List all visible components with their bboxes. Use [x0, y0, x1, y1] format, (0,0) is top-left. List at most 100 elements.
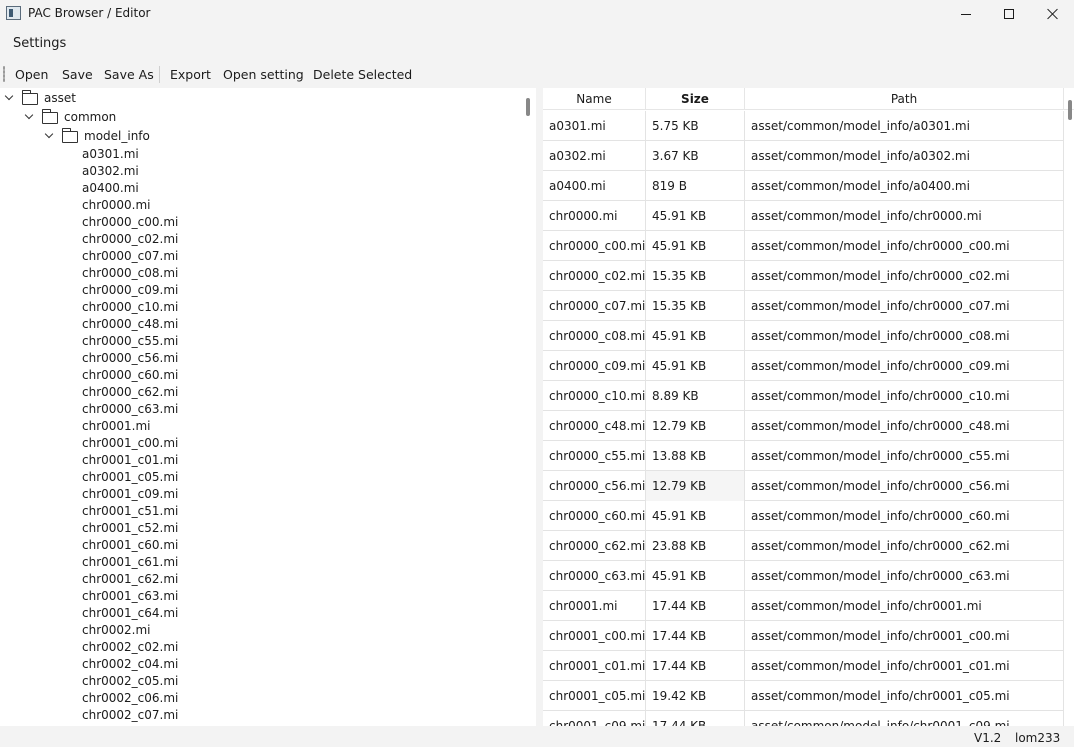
- tree-file-item[interactable]: chr0001_c52.mi: [82, 521, 178, 538]
- column-header-path[interactable]: Path: [745, 88, 1064, 110]
- cell-path[interactable]: asset/common/model_info/chr0001_c00.mi: [745, 621, 1064, 651]
- cell-path[interactable]: asset/common/model_info/chr0000_c60.mi: [745, 501, 1064, 531]
- cell-name[interactable]: chr0000_c48.mi: [543, 411, 646, 441]
- cell-path[interactable]: asset/common/model_info/chr0000_c07.mi: [745, 291, 1064, 321]
- cell-name[interactable]: chr0001_c05.mi: [543, 681, 646, 711]
- cell-size[interactable]: 15.35 KB: [646, 261, 745, 291]
- panel-splitter[interactable]: [536, 88, 543, 726]
- cell-name[interactable]: chr0000_c08.mi: [543, 321, 646, 351]
- maximize-button[interactable]: [986, 0, 1032, 28]
- cell-path[interactable]: asset/common/model_info/chr0000_c63.mi: [745, 561, 1064, 591]
- cell-name[interactable]: a0301.mi: [543, 111, 646, 141]
- table-row[interactable]: chr0001_c09.mi 17.44 KB asset/common/model…: [543, 711, 1064, 726]
- column-header-size[interactable]: Size: [646, 88, 745, 110]
- column-header-name[interactable]: Name: [543, 88, 646, 110]
- table-row[interactable]: chr0000_c63.mi 45.91 KB asset/common/model…: [543, 561, 1064, 591]
- file-tree[interactable]: asset common model_info a0301.mi a0302.mi…: [0, 88, 536, 726]
- table-row[interactable]: chr0000.mi 45.91 KB asset/common/model_inf…: [543, 201, 1064, 231]
- cell-path[interactable]: asset/common/model_info/chr0001_c01.mi: [745, 651, 1064, 681]
- cell-size[interactable]: 17.44 KB: [646, 711, 745, 726]
- cell-name[interactable]: chr0000_c07.mi: [543, 291, 646, 321]
- tree-file-item[interactable]: chr0001_c51.mi: [82, 504, 178, 521]
- table-row[interactable]: chr0000_c10.mi 8.89 KB asset/common/model_…: [543, 381, 1064, 411]
- toolbar-grip[interactable]: [3, 66, 5, 82]
- cell-size[interactable]: 8.89 KB: [646, 381, 745, 411]
- tree-file-item[interactable]: chr0002_c05.mi: [82, 674, 178, 691]
- tree-file-item[interactable]: chr0000_c09.mi: [82, 283, 178, 300]
- cell-size[interactable]: 13.88 KB: [646, 441, 745, 471]
- chevron-down-icon[interactable]: [44, 129, 54, 139]
- cell-name[interactable]: chr0000.mi: [543, 201, 646, 231]
- cell-name[interactable]: chr0000_c10.mi: [543, 381, 646, 411]
- cell-name[interactable]: chr0001_c09.mi: [543, 711, 646, 726]
- table-row[interactable]: chr0001_c01.mi 17.44 KB asset/common/model…: [543, 651, 1064, 681]
- cell-name[interactable]: a0400.mi: [543, 171, 646, 201]
- cell-size[interactable]: 3.67 KB: [646, 141, 745, 171]
- cell-path[interactable]: asset/common/model_info/chr0001_c05.mi: [745, 681, 1064, 711]
- cell-path[interactable]: asset/common/model_info/chr0000_c08.mi: [745, 321, 1064, 351]
- tree-file-item[interactable]: chr0001_c01.mi: [82, 453, 178, 470]
- save-as-button[interactable]: Save As: [104, 67, 154, 82]
- cell-size[interactable]: 19.42 KB: [646, 681, 745, 711]
- tree-file-item[interactable]: chr0002_c07.mi: [82, 708, 178, 725]
- cell-size[interactable]: 17.44 KB: [646, 621, 745, 651]
- cell-path[interactable]: asset/common/model_info/chr0001_c09.mi: [745, 711, 1064, 726]
- tree-file-item[interactable]: chr0001_c05.mi: [82, 470, 178, 487]
- cell-size[interactable]: 45.91 KB: [646, 201, 745, 231]
- tree-file-item[interactable]: chr0002_c02.mi: [82, 640, 178, 657]
- cell-name[interactable]: chr0000_c00.mi: [543, 231, 646, 261]
- tree-file-item[interactable]: chr0001_c60.mi: [82, 538, 178, 555]
- tree-node-common[interactable]: common: [0, 109, 530, 126]
- tree-file-item[interactable]: chr0000_c02.mi: [82, 232, 178, 249]
- cell-size[interactable]: 45.91 KB: [646, 231, 745, 261]
- table-row[interactable]: chr0000_c55.mi 13.88 KB asset/common/model…: [543, 441, 1064, 471]
- tree-file-item[interactable]: chr0001.mi: [82, 419, 151, 436]
- tree-scrollbar[interactable]: [526, 98, 530, 116]
- cell-name[interactable]: chr0000_c02.mi: [543, 261, 646, 291]
- cell-size[interactable]: 12.79 KB: [646, 411, 745, 441]
- cell-path[interactable]: asset/common/model_info/chr0000_c00.mi: [745, 231, 1064, 261]
- cell-name[interactable]: a0302.mi: [543, 141, 646, 171]
- cell-size[interactable]: 819 B: [646, 171, 745, 201]
- cell-size[interactable]: 12.79 KB: [646, 471, 745, 501]
- cell-name[interactable]: chr0001_c00.mi: [543, 621, 646, 651]
- tree-file-item[interactable]: chr0000_c62.mi: [82, 385, 178, 402]
- table-row[interactable]: chr0000_c09.mi 45.91 KB asset/common/model…: [543, 351, 1064, 381]
- cell-name[interactable]: chr0000_c09.mi: [543, 351, 646, 381]
- cell-size[interactable]: 45.91 KB: [646, 561, 745, 591]
- cell-name[interactable]: chr0000_c63.mi: [543, 561, 646, 591]
- cell-size[interactable]: 45.91 KB: [646, 321, 745, 351]
- tree-file-item[interactable]: chr0001_c63.mi: [82, 589, 178, 606]
- cell-name[interactable]: chr0000_c62.mi: [543, 531, 646, 561]
- cell-size[interactable]: 17.44 KB: [646, 651, 745, 681]
- tree-file-item[interactable]: a0302.mi: [82, 164, 139, 181]
- open-button[interactable]: Open: [15, 67, 48, 82]
- tree-file-item[interactable]: chr0000_c07.mi: [82, 249, 178, 266]
- tree-file-item[interactable]: chr0000_c48.mi: [82, 317, 178, 334]
- cell-path[interactable]: asset/common/model_info/a0302.mi: [745, 141, 1064, 171]
- cell-path[interactable]: asset/common/model_info/chr0000.mi: [745, 201, 1064, 231]
- chevron-down-icon[interactable]: [4, 91, 14, 101]
- tree-node-asset[interactable]: asset: [0, 90, 530, 107]
- cell-path[interactable]: asset/common/model_info/a0301.mi: [745, 111, 1064, 141]
- cell-size[interactable]: 23.88 KB: [646, 531, 745, 561]
- cell-path[interactable]: asset/common/model_info/chr0000_c10.mi: [745, 381, 1064, 411]
- tree-file-item[interactable]: chr0001_c64.mi: [82, 606, 178, 623]
- tree-file-item[interactable]: chr0000_c00.mi: [82, 215, 178, 232]
- tree-file-item[interactable]: chr0002_c06.mi: [82, 691, 178, 708]
- tree-file-item[interactable]: chr0002.mi: [82, 623, 151, 640]
- table-row[interactable]: chr0001_c00.mi 17.44 KB asset/common/model…: [543, 621, 1064, 651]
- tree-file-item[interactable]: chr0001_c61.mi: [82, 555, 178, 572]
- export-button[interactable]: Export: [170, 67, 211, 82]
- table-row[interactable]: chr0000_c02.mi 15.35 KB asset/common/model…: [543, 261, 1064, 291]
- cell-name[interactable]: chr0000_c56.mi: [543, 471, 646, 501]
- open-setting-button[interactable]: Open setting: [223, 67, 304, 82]
- table-row[interactable]: chr0001_c05.mi 19.42 KB asset/common/model…: [543, 681, 1064, 711]
- table-row[interactable]: chr0001.mi 17.44 KB asset/common/model_inf…: [543, 591, 1064, 621]
- table-row[interactable]: chr0000_c00.mi 45.91 KB asset/common/model…: [543, 231, 1064, 261]
- tree-file-item[interactable]: chr0000_c63.mi: [82, 402, 178, 419]
- tree-file-item[interactable]: chr0000_c55.mi: [82, 334, 178, 351]
- cell-name[interactable]: chr0001.mi: [543, 591, 646, 621]
- table-row[interactable]: chr0000_c60.mi 45.91 KB asset/common/model…: [543, 501, 1064, 531]
- cell-path[interactable]: asset/common/model_info/chr0000_c02.mi: [745, 261, 1064, 291]
